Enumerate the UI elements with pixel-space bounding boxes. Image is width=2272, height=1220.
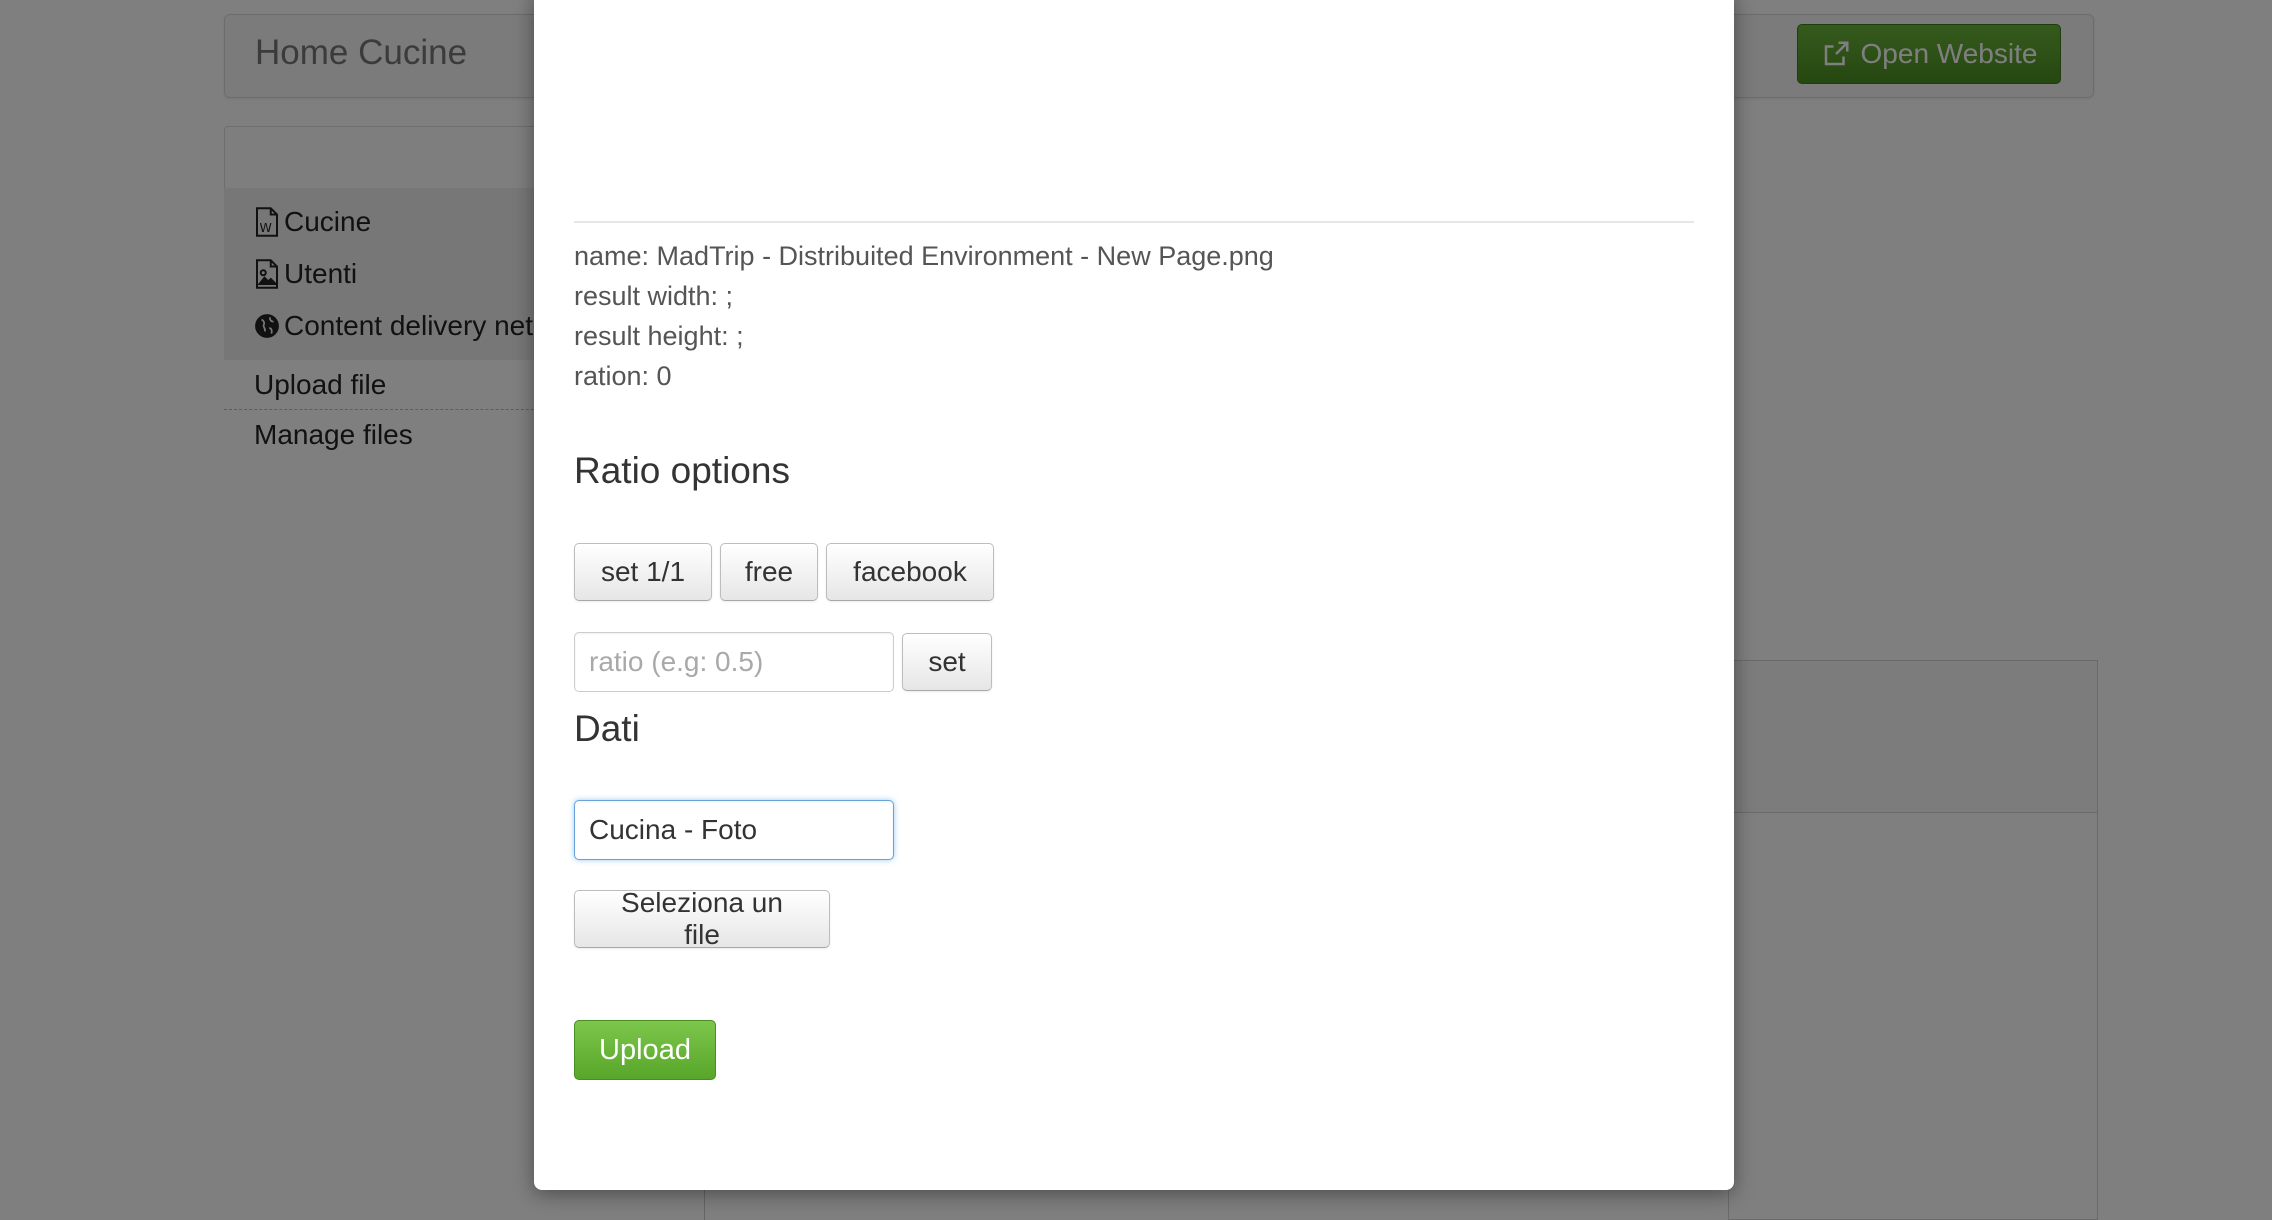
ratio-text: ration: 0	[574, 361, 672, 391]
file-name-text: name: MadTrip - Distribuited Environment…	[574, 241, 1274, 271]
upload-button[interactable]: Upload	[574, 1020, 716, 1080]
ratio-input[interactable]	[574, 632, 894, 692]
free-ratio-button[interactable]: free	[720, 543, 818, 601]
title-input[interactable]	[574, 800, 894, 860]
result-height-text: result height: ;	[574, 321, 744, 351]
facebook-ratio-button[interactable]: facebook	[826, 543, 994, 601]
file-info: name: MadTrip - Distribuited Environment…	[574, 236, 1274, 396]
image-preview-area	[574, 0, 1694, 212]
dati-heading: Dati	[574, 708, 640, 749]
set-ratio-button[interactable]: set	[902, 633, 992, 691]
set-ratio-1-1-button[interactable]: set 1/1	[574, 543, 712, 601]
result-width-text: result width: ;	[574, 281, 734, 311]
select-file-button[interactable]: Seleziona un file	[574, 887, 830, 950]
modal-divider	[574, 221, 1694, 223]
upload-modal: name: MadTrip - Distribuited Environment…	[534, 0, 1734, 1190]
ratio-options-heading: Ratio options	[574, 450, 790, 491]
